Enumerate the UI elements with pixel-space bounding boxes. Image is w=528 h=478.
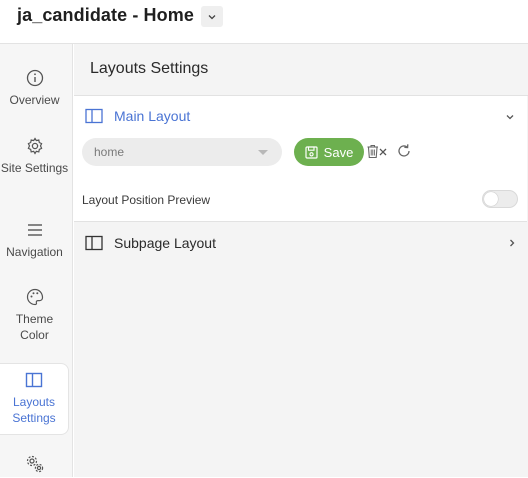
caret-down-icon <box>258 150 268 155</box>
layout-select-value: home <box>94 145 125 159</box>
page-header: Layouts Settings <box>74 44 528 96</box>
sidebar-item-label: Theme Color <box>15 312 54 342</box>
sidebar-item-layouts-settings[interactable]: Layouts Settings <box>0 363 69 435</box>
sidebar: Overview Site Settings Navigation Theme … <box>0 44 73 477</box>
sidebar-item-theme-color[interactable]: Theme Color <box>0 287 69 343</box>
chevron-down-icon[interactable] <box>505 112 515 122</box>
layout-position-preview-toggle[interactable] <box>482 190 518 208</box>
subpage-layout-panel[interactable]: Subpage Layout <box>74 222 527 266</box>
page-title: Layouts Settings <box>90 60 209 77</box>
sidebar-item-label: Layouts Settings <box>12 395 56 425</box>
sidebar-item-label: Site Settings <box>0 161 69 175</box>
palette-icon <box>26 288 43 306</box>
sidebar-item-site-settings[interactable]: Site Settings <box>0 136 69 176</box>
gears-icon <box>26 455 43 473</box>
sidebar-item-advanced[interactable] <box>0 454 69 478</box>
top-bar: ja_candidate - Home <box>0 0 528 44</box>
sidebar-item-label: Navigation <box>6 245 63 259</box>
main-layout-panel: Main Layout home Save Layout Position Pr… <box>74 96 527 222</box>
main-content: Layouts Settings Main Layout home Save L… <box>74 44 528 477</box>
site-switcher-button[interactable] <box>201 6 223 27</box>
layout-columns-icon <box>85 108 103 124</box>
hamburger-menu-icon <box>27 224 42 236</box>
chevron-right-icon[interactable] <box>507 238 517 248</box>
layout-position-preview-label: Layout Position Preview <box>82 193 211 207</box>
sidebar-item-navigation[interactable]: Navigation <box>0 220 69 260</box>
gear-icon <box>27 137 42 155</box>
save-icon <box>305 145 318 159</box>
info-icon <box>26 69 43 87</box>
save-button[interactable]: Save <box>294 138 364 166</box>
toggle-knob <box>484 192 498 206</box>
delete-icon[interactable] <box>366 144 388 159</box>
layout-select[interactable]: home <box>82 138 282 166</box>
sidebar-item-overview[interactable]: Overview <box>0 68 69 108</box>
sidebar-item-label: Overview <box>9 93 60 107</box>
refresh-icon[interactable] <box>396 143 412 159</box>
main-layout-title[interactable]: Main Layout <box>114 108 190 124</box>
chevron-down-icon <box>208 14 216 19</box>
subpage-layout-title: Subpage Layout <box>114 235 216 251</box>
layout-columns-icon <box>25 372 43 388</box>
app-title: ja_candidate - Home <box>17 5 194 25</box>
layout-columns-icon <box>85 235 103 251</box>
save-button-label: Save <box>323 144 354 160</box>
